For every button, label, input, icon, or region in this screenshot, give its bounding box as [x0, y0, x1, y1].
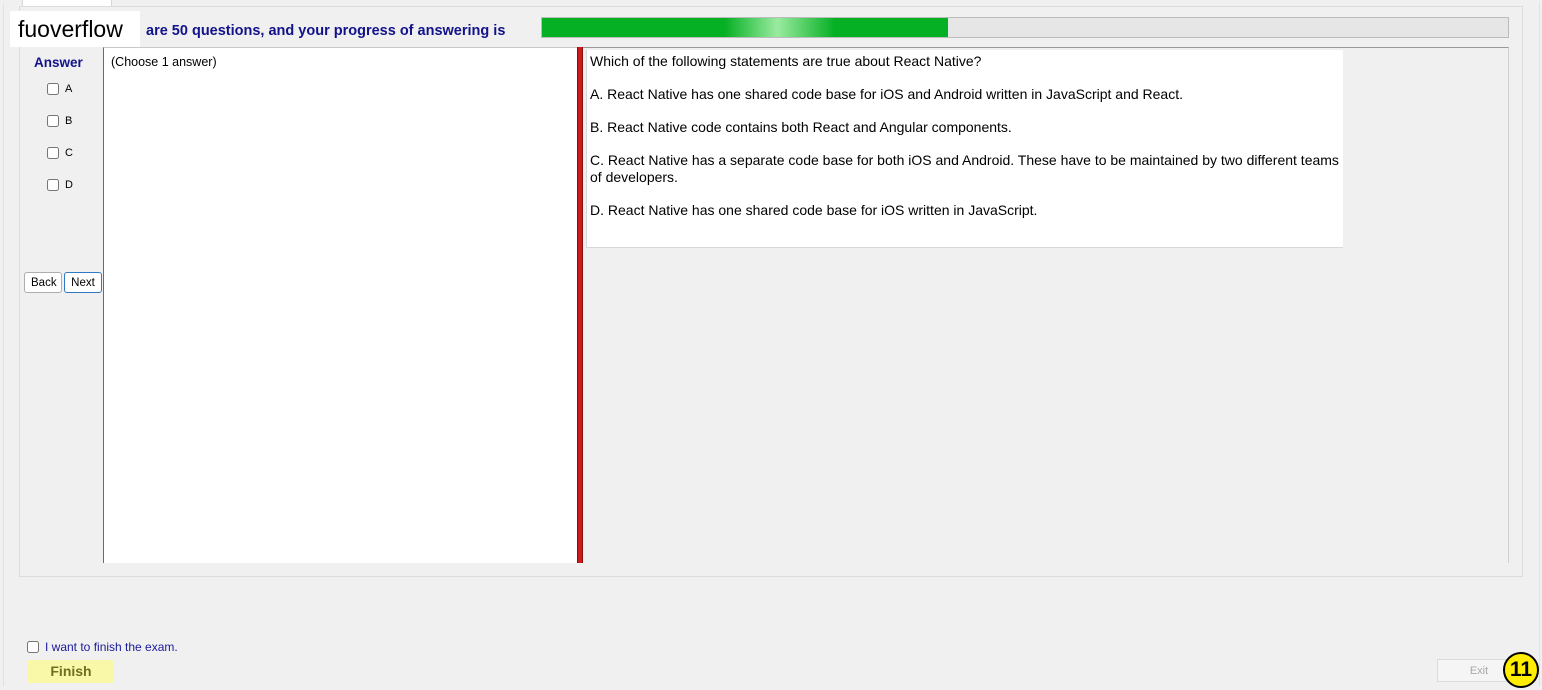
question-choice-b: B. React Native code contains both React… — [590, 119, 1012, 135]
answer-checkbox-a[interactable] — [47, 83, 59, 95]
answer-heading: Answer — [34, 55, 83, 70]
finish-button[interactable]: Finish — [28, 660, 114, 683]
answer-checkbox-b[interactable] — [47, 115, 59, 127]
answer-option-a[interactable]: A — [47, 83, 72, 95]
finish-exam-option[interactable]: I want to finish the exam. — [27, 640, 178, 654]
question-box: Which of the following statements are tr… — [586, 50, 1343, 248]
answer-option-label: D — [65, 179, 73, 191]
instruction-pane: (Choose 1 answer) — [103, 47, 579, 563]
answer-option-b[interactable]: B — [47, 115, 72, 127]
choose-instruction: (Choose 1 answer) — [111, 55, 217, 69]
back-button[interactable]: Back — [24, 272, 62, 293]
progress-bar-fill — [542, 18, 948, 37]
answer-option-label: A — [65, 83, 73, 95]
answer-option-label: B — [65, 115, 73, 127]
answer-checkbox-c[interactable] — [47, 147, 59, 159]
answer-option-label: C — [65, 147, 73, 159]
question-choice-a: A. React Native has one shared code base… — [590, 86, 1183, 102]
progress-bar — [541, 17, 1509, 38]
answer-option-c[interactable]: C — [47, 147, 73, 159]
finish-exam-label: I want to finish the exam. — [45, 640, 178, 654]
question-choice-c: C. React Native has a separate code base… — [590, 152, 1339, 185]
answer-checkbox-d[interactable] — [47, 179, 59, 191]
answer-option-d[interactable]: D — [47, 179, 73, 191]
next-button[interactable]: Next — [64, 272, 102, 293]
finish-exam-checkbox[interactable] — [27, 641, 39, 653]
watermark-label: fuoverflow — [10, 11, 140, 47]
question-area: Which of the following statements are tr… — [583, 47, 1509, 563]
progress-text: are 50 questions, and your progress of a… — [146, 23, 506, 39]
question-choice-d: D. React Native has one shared code base… — [590, 202, 1038, 218]
question-prompt: Which of the following statements are tr… — [590, 53, 982, 69]
page-number-badge: 11 — [1503, 652, 1539, 688]
